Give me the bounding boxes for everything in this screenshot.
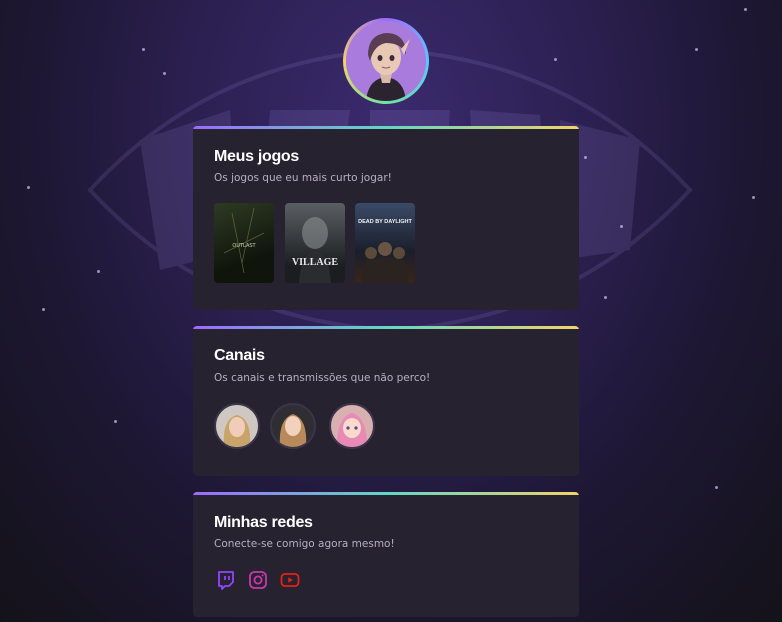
channel-avatar-1[interactable] — [214, 403, 260, 449]
game-cover-dead-by-daylight[interactable]: DEAD BY DAYLIGHT — [355, 203, 415, 283]
channels-card: Canais Os canais e transmissões que não … — [193, 326, 579, 476]
channel-avatar-3[interactable] — [329, 403, 375, 449]
profile-avatar-illustration — [346, 21, 426, 101]
game-cover-village[interactable]: VILLAGE — [285, 203, 345, 283]
socials-card: Minhas redes Conecte-se comigo agora mes… — [193, 492, 579, 617]
socials-subtitle: Conecte-se comigo agora mesmo! — [214, 538, 395, 550]
profile-avatar — [343, 18, 429, 104]
channel-avatar-2[interactable] — [270, 403, 316, 449]
games-subtitle: Os jogos que eu mais curto jogar! — [214, 172, 392, 184]
game-cover-label: OUTLAST — [232, 243, 256, 249]
channels-title: Canais — [214, 347, 265, 364]
youtube-icon[interactable] — [280, 570, 300, 590]
game-cover-outlast[interactable]: OUTLAST — [214, 203, 274, 283]
channels-subtitle: Os canais e transmissões que não perco! — [214, 372, 431, 384]
games-card: Meus jogos Os jogos que eu mais curto jo… — [193, 126, 579, 310]
twitch-icon[interactable] — [216, 570, 236, 590]
game-cover-label: DEAD BY DAYLIGHT — [358, 219, 412, 225]
game-cover-label: VILLAGE — [292, 257, 338, 268]
games-title: Meus jogos — [214, 148, 300, 165]
instagram-icon[interactable] — [248, 570, 268, 590]
socials-title: Minhas redes — [214, 514, 313, 531]
